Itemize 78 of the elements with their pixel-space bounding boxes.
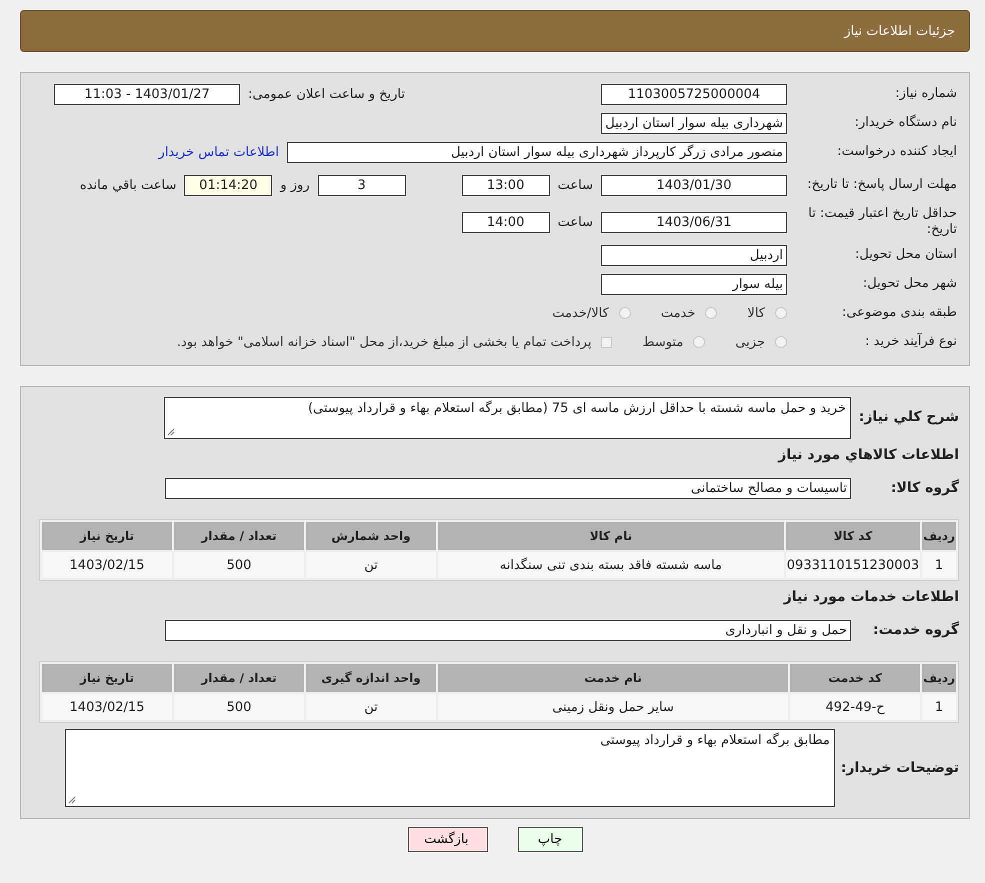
value-field: شهرداری بیله سوار استان اردبیل [601,112,787,134]
table-cell: 1403/02/15 [42,552,172,578]
section-heading: اطلاعات خدمات مورد نیاز [782,589,959,605]
option-label: متوسط [642,334,684,350]
value-field: 13:00 [462,174,550,196]
radio-button[interactable] [693,336,706,348]
countdown-field: 01:14:20 [184,174,272,196]
radio-button[interactable] [618,307,631,319]
value-field: حمل و نقل و انبارداری [165,620,851,640]
option-label: کالا [747,306,765,320]
column-header: نام کالا [438,522,784,550]
column-header: ردیف [922,522,956,550]
column-header: کد خدمت [790,664,920,692]
option-label: خدمت [660,306,696,320]
field-label: گروه کالا: [890,480,959,496]
field-label: گروه خدمت: [872,622,959,638]
column-header: ردیف [922,664,956,692]
table-cell: تن [306,694,436,720]
table-cell: تن [306,552,436,578]
field-label: نام دستگاه خریدار: [854,115,957,131]
field-label: طبقه بندی موضوعی: [840,305,957,321]
column-header: تاریخ نیاز [42,522,172,550]
value-field: 1103005725000004 [601,84,787,104]
value-field: 1403/01/30 [601,174,787,196]
option-label: کالا/خدمت [552,306,609,320]
field-label: شماره نیاز: [894,86,957,102]
field-label: ساعت [558,214,593,230]
print-button[interactable]: چاپ [518,827,582,852]
radio-button[interactable] [775,336,787,348]
value-field: تاسیسات و مصالح ساختمانی [165,478,851,498]
option-label: پرداخت تمام یا بخشی از مبلغ خرید،از محل "اسناد خزانه اسلامی" خواهد بود. [176,334,592,350]
section-heading: اطلاعات کالاهاي مورد نياز [776,447,959,463]
resize-grip-icon[interactable] [68,796,76,804]
value-field: 3 [318,174,406,196]
field-label: روز و [280,178,310,192]
page-title: جزئیات اطلاعات نیاز [844,24,955,38]
value-field: 1403/06/31 [601,212,787,232]
value-field: منصور مرادی زرگر کارپرداز شهرداری بیله سوار استان اردبیل [287,142,787,162]
table-cell: 1 [922,552,956,578]
column-header: واحد شمارش [306,522,436,550]
field-label: نوع فرآیند خرید : [864,334,957,350]
field-label: مهلت ارسال پاسخ: تا تاریخ: [806,177,957,193]
value-field: اردبیل [601,244,787,266]
table-cell: ماسه شسته فاقد بسته بندی تنی سنگدانه [438,552,784,578]
radio-button[interactable] [705,307,718,319]
value-field: 14:00 [462,212,550,232]
field-label: تاریخ و ساعت اعلان عمومی: [248,86,405,102]
field-label: ایجاد کننده درخواست: [836,144,957,160]
table-cell: سایر حمل ونقل زمینی [438,694,788,720]
table-cell: 500 [174,552,304,578]
notes-box: مطابق برگه استعلام بهاء و قرارداد پیوستی [64,729,835,807]
resize-grip-icon[interactable] [167,428,175,436]
contact-link[interactable]: اطلاعات تماس خریدار [158,144,279,160]
column-header: نام خدمت [438,664,788,692]
field-label: ساعت باقي مانده [80,178,176,192]
table-cell: 1 [922,694,956,720]
back-button[interactable]: بازگشت [408,827,488,852]
column-header: کد کالا [786,522,920,550]
table-cell: 0933110151230003 [786,552,920,578]
value-field: بیله سوار [601,274,787,294]
value-field: 1403/01/27 - 11:03 [54,84,240,104]
radio-button[interactable] [775,307,787,319]
checkbox[interactable] [601,336,612,348]
column-header: تعداد / مقدار [174,522,304,550]
field-label: توضیحات خریدار: [840,760,959,776]
description-box: خرید و حمل ماسه شسته با حداقل ارزش ماسه ای 75 (مطابق برگه استعلام بهاء و قرارداد پیوستی) [164,397,851,439]
field-label: ساعت [558,178,593,192]
field-label: شهر محل تحویل: [862,276,957,292]
option-label: جزیی [735,334,765,350]
column-header: تاریخ نیاز [42,664,172,692]
field-label: شرح کلي نياز: [859,409,959,425]
field-label: استان محل تحویل: [854,247,957,263]
field-label: حداقل تاریخ اعتبار قیمت: تا تاریخ: [807,206,957,238]
table-cell: 500 [174,694,304,720]
column-header: واحد اندازه گیری [306,664,436,692]
table-cell: 1403/02/15 [42,694,172,720]
column-header: تعداد / مقدار [174,664,304,692]
table-cell: ح-49-492 [790,694,920,720]
